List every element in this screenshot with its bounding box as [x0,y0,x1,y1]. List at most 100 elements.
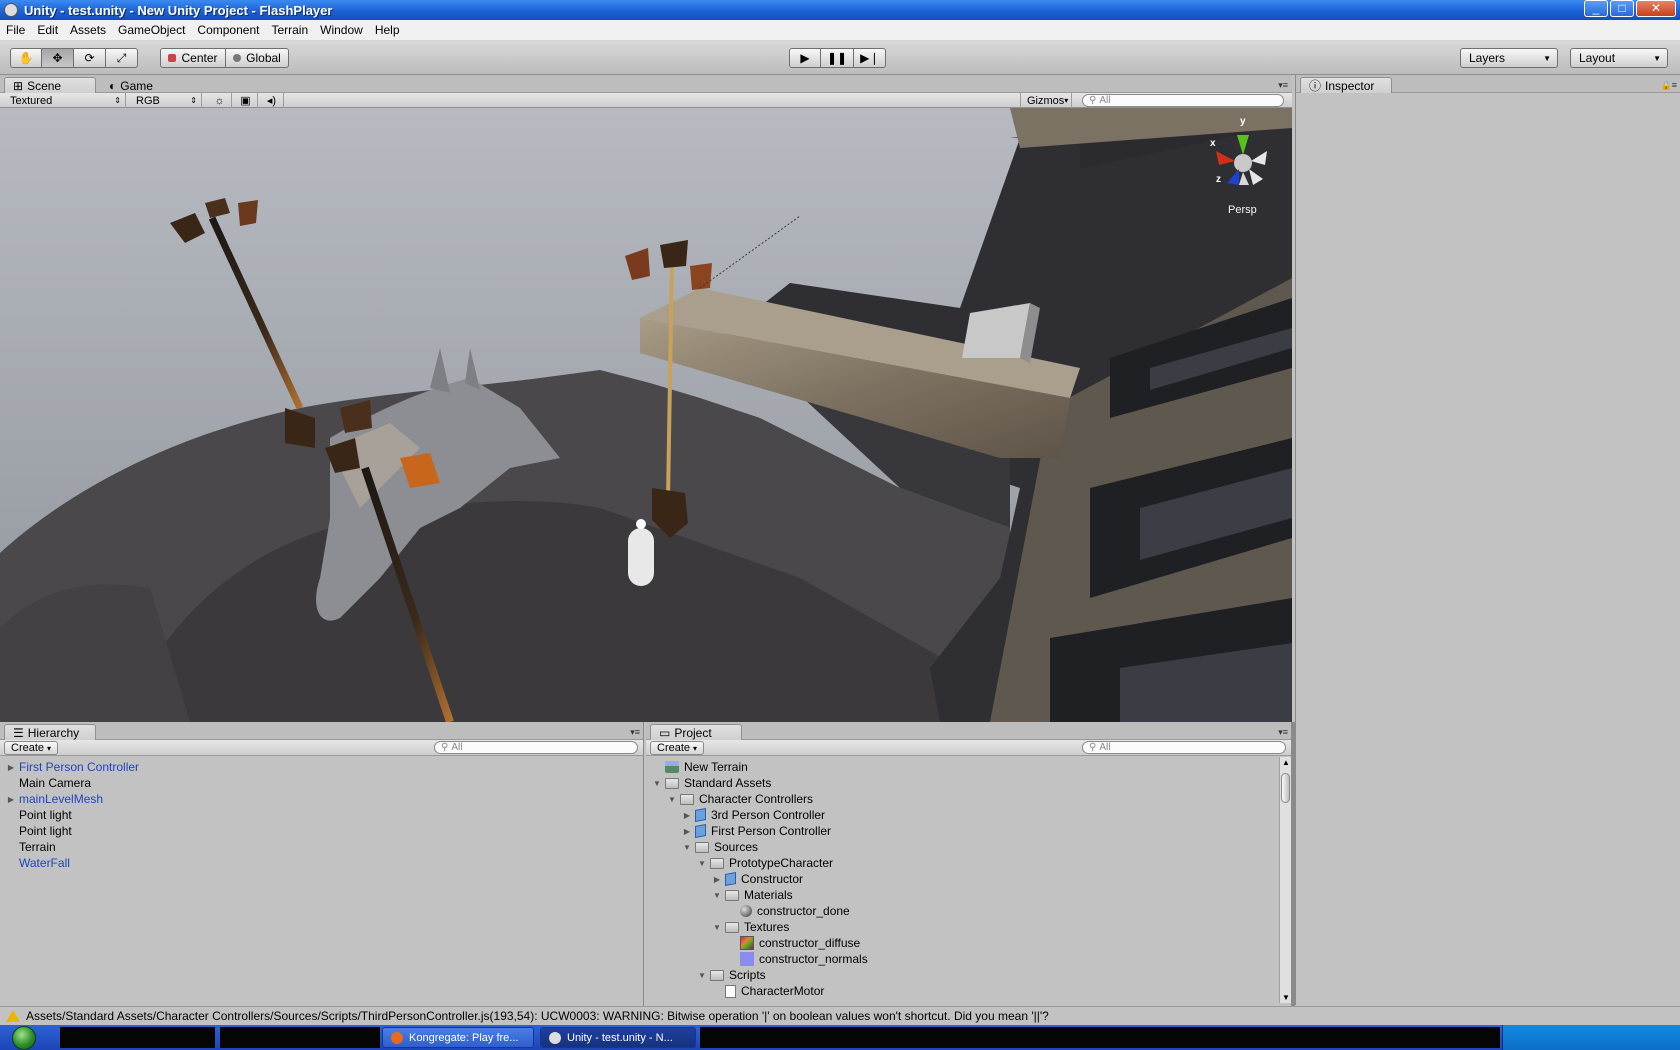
collapse-arrow-icon[interactable]: ▼ [667,795,677,804]
scroll-down-icon[interactable]: ▼ [1282,993,1290,1002]
project-search-placeholder: All [1099,742,1111,753]
collapse-arrow-icon[interactable]: ▼ [712,923,722,932]
hierarchy-create-button[interactable]: Create ▾ [4,741,59,755]
hierarchy-search-input[interactable]: ⚲ All [434,741,638,754]
expand-arrow-icon[interactable]: ▶ [712,875,722,884]
system-tray[interactable] [1502,1025,1680,1050]
expand-arrow-icon[interactable]: ▶ [6,795,16,804]
start-button[interactable] [0,1025,48,1050]
hand-icon: ✋ [18,51,34,65]
project-row[interactable]: CharacterMotor [712,983,824,999]
hierarchy-row[interactable]: WaterFall [6,855,70,871]
hierarchy-row[interactable]: Terrain [6,839,56,855]
step-button[interactable]: ▶❘ [854,48,887,68]
tab-project[interactable]: ▭ Project [650,724,742,740]
search-icon: ⚲ [1089,95,1097,106]
hand-tool-button[interactable]: ✋ [10,48,42,68]
collapse-arrow-icon[interactable]: ▼ [682,843,692,852]
tab-game[interactable]: ◐ Game [100,77,162,93]
play-controls: ▶ ❚❚ ▶❘ [789,48,887,68]
scroll-thumb[interactable] [1281,773,1290,803]
project-row[interactable]: constructor_done [727,903,850,919]
expand-arrow-icon[interactable]: ▶ [6,763,16,772]
project-row[interactable]: ▼ Standard Assets [652,775,771,791]
collapse-arrow-icon[interactable]: ▼ [697,859,707,868]
menu-window[interactable]: Window [314,23,369,37]
scroll-up-icon[interactable]: ▲ [1282,758,1290,767]
hierarchy-row[interactable]: Main Camera [6,775,91,791]
menu-file[interactable]: File [0,23,31,37]
rotate-tool-button[interactable]: ⟳ [74,48,106,68]
tab-hierarchy[interactable]: ☰ Hierarchy [4,724,96,740]
expand-arrow-icon[interactable]: ▶ [682,827,692,836]
menu-help[interactable]: Help [369,23,406,37]
layout-dropdown[interactable]: Layout ▼ [1570,48,1668,68]
layers-dropdown[interactable]: Layers ▼ [1460,48,1558,68]
scene-search-input[interactable]: ⚲ All [1082,94,1284,107]
terrain-icon [665,761,679,773]
taskbar-empty [700,1027,1500,1048]
task-kongregate[interactable]: Kongregate: Play fre... [382,1027,534,1048]
panel-menu-icon[interactable]: ▾≡ [1278,727,1288,738]
audio-toggle[interactable]: ◂) [260,93,284,108]
space-global-button[interactable]: Global [226,48,289,68]
menu-assets[interactable]: Assets [64,23,112,37]
task-unity[interactable]: Unity - test.unity - N... [540,1027,696,1048]
pivot-toggles: Center Global [160,48,289,68]
hierarchy-row[interactable]: Point light [6,807,72,823]
project-row[interactable]: constructor_normals [727,951,868,967]
project-create-button[interactable]: Create ▾ [650,741,705,755]
hierarchy-row-label: First Person Controller [19,760,140,774]
gizmos-dropdown[interactable]: Gizmos ▾ [1020,93,1072,108]
tab-inspector[interactable]: ⓘ Inspector [1300,77,1392,93]
collapse-arrow-icon[interactable]: ▼ [712,891,722,900]
panel-menu-icon[interactable]: ▾≡ [630,727,640,738]
hierarchy-row[interactable]: Point light [6,823,72,839]
maximize-icon[interactable]: □ [1610,0,1634,17]
menu-gameobject[interactable]: GameObject [112,23,191,37]
collapse-arrow-icon[interactable]: ▼ [697,971,707,980]
project-row[interactable]: ▶ First Person Controller [682,823,831,839]
menu-component[interactable]: Component [191,23,265,37]
project-row-label: Sources [714,840,759,854]
lighting-toggle[interactable]: ☼ [208,93,232,108]
pivot-center-button[interactable]: Center [160,48,226,68]
project-row-label: Character Controllers [699,792,814,806]
pause-button[interactable]: ❚❚ [821,48,855,68]
collapse-arrow-icon[interactable]: ▼ [652,779,662,788]
project-row[interactable]: ▼ PrototypeCharacter [697,855,833,871]
project-search-input[interactable]: ⚲ All [1082,741,1286,754]
render-mode-select[interactable]: Textured ⇕ [4,93,126,108]
project-row[interactable]: ▼ Materials [712,887,793,903]
lock-icon[interactable]: 🔒≡ [1661,80,1677,91]
project-row[interactable]: New Terrain [652,759,748,775]
image-effects-toggle[interactable]: ▣ [234,93,258,108]
project-row[interactable]: ▼ Scripts [697,967,766,983]
hierarchy-row-label: Main Camera [19,776,92,790]
hierarchy-row[interactable]: ▶ First Person Controller [6,759,139,775]
panel-divider[interactable] [1292,722,1295,1006]
unity-app-icon[interactable] [4,3,18,17]
scene-viewport[interactable]: y x z Persp [0,108,1292,722]
status-bar[interactable]: Assets/Standard Assets/Character Control… [0,1006,1680,1025]
project-row[interactable]: ▶ 3rd Person Controller [682,807,825,823]
tab-scene[interactable]: ⊞ Scene [4,77,96,93]
play-button[interactable]: ▶ [789,48,821,68]
project-row[interactable]: ▼ Textures [712,919,789,935]
project-scrollbar[interactable]: ▲ ▼ [1279,757,1291,1003]
expand-arrow-icon[interactable]: ▶ [682,811,692,820]
scale-tool-button[interactable]: ⤢ [106,48,138,68]
minimize-icon[interactable]: _ [1584,0,1608,17]
hierarchy-row[interactable]: ▶ mainLevelMesh [6,791,103,807]
color-mode-select[interactable]: RGB ⇕ [130,93,202,108]
project-row[interactable]: ▶ Constructor [712,871,803,887]
project-row[interactable]: constructor_diffuse [727,935,860,951]
project-row[interactable]: ▼ Character Controllers [667,791,813,807]
menu-edit[interactable]: Edit [31,23,64,37]
menu-terrain[interactable]: Terrain [265,23,314,37]
view-mode-label[interactable]: Persp [1228,204,1257,216]
move-tool-button[interactable]: ✥ [42,48,74,68]
close-icon[interactable]: ✕ [1636,0,1676,17]
project-row[interactable]: ▼ Sources [682,839,758,855]
panel-menu-icon[interactable]: ▾≡ [1278,80,1288,91]
